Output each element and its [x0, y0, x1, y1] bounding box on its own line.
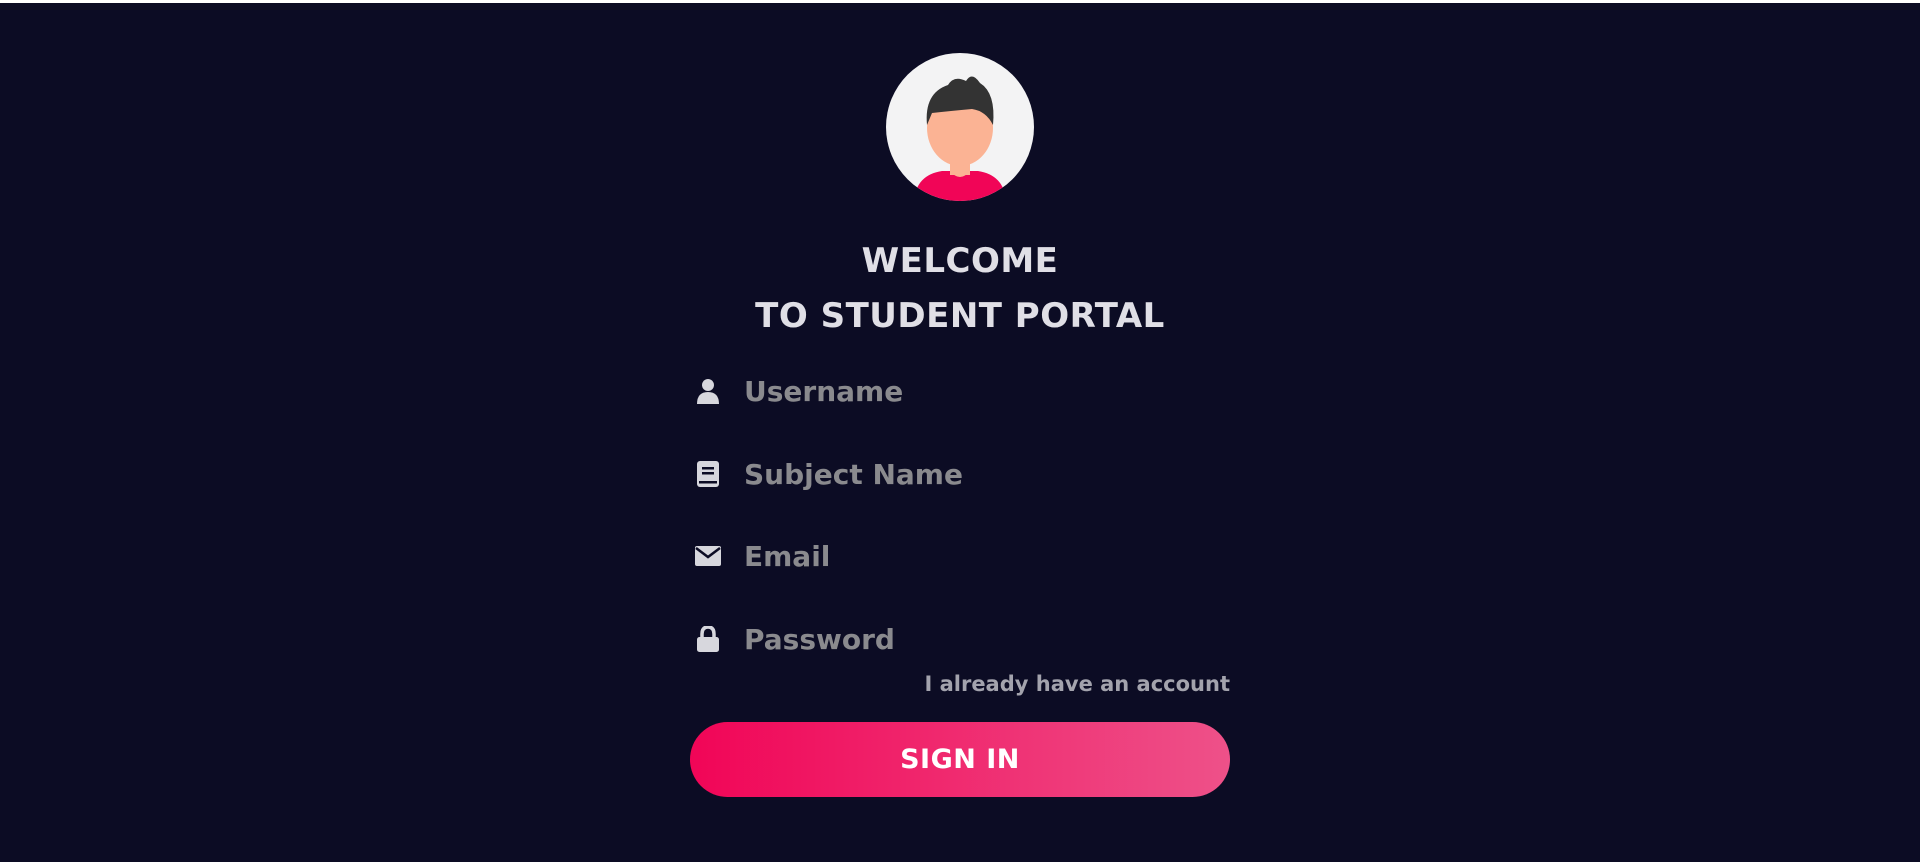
envelope-icon — [690, 540, 726, 572]
book-icon — [690, 458, 726, 490]
subject-name-input[interactable] — [744, 454, 1230, 494]
avatar — [886, 53, 1034, 201]
email-input[interactable] — [744, 536, 1230, 576]
username-input[interactable] — [744, 371, 1230, 411]
student-avatar-icon — [914, 76, 1006, 201]
password-input[interactable] — [744, 619, 1230, 659]
password-field — [690, 616, 1230, 662]
login-page: WELCOME TO STUDENT PORTAL Username Subje… — [0, 3, 1920, 862]
username-field — [690, 368, 1230, 414]
sign-in-button[interactable]: SIGN IN — [690, 722, 1230, 797]
user-icon — [690, 375, 726, 407]
portal-subtitle: TO STUDENT PORTAL — [755, 296, 1165, 336]
lock-icon — [690, 623, 726, 655]
subject-name-field — [690, 451, 1230, 497]
existing-account-link[interactable]: I already have an account — [900, 670, 1230, 698]
email-field — [690, 533, 1230, 579]
welcome-title: WELCOME — [861, 241, 1059, 281]
